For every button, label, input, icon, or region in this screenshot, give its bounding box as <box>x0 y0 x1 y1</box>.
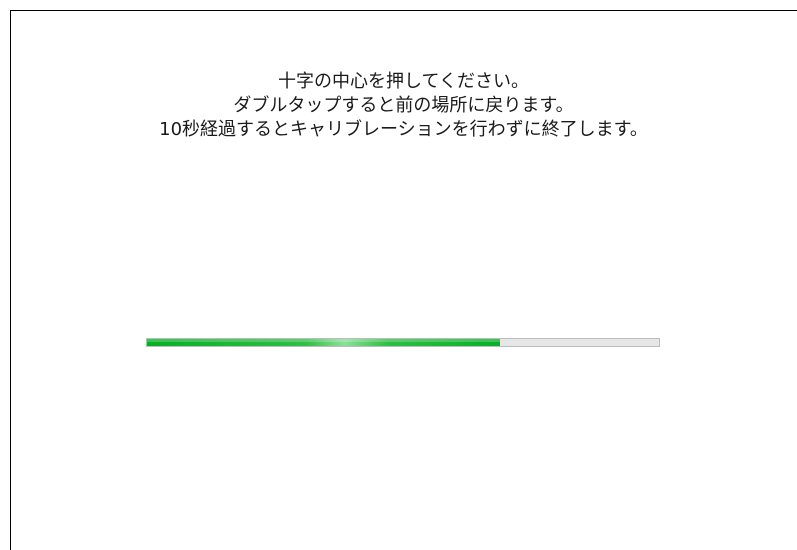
progress-fill <box>147 339 501 346</box>
frame-top-edge <box>10 10 797 11</box>
instruction-line-1: 十字の中心を押してください。 <box>278 71 529 92</box>
instruction-line-2: ダブルタップすると前の場所に戻ります。 <box>233 95 574 116</box>
timeout-progress-bar <box>146 338 660 347</box>
instruction-text: 十字の中心を押してください。 ダブルタップすると前の場所に戻ります。 10秒経過… <box>10 70 797 142</box>
calibration-screen[interactable]: 十字の中心を押してください。 ダブルタップすると前の場所に戻ります。 10秒経過… <box>0 0 797 550</box>
instruction-line-3: 10秒経過するとキャリブレーションを行わずに終了します。 <box>159 119 648 140</box>
